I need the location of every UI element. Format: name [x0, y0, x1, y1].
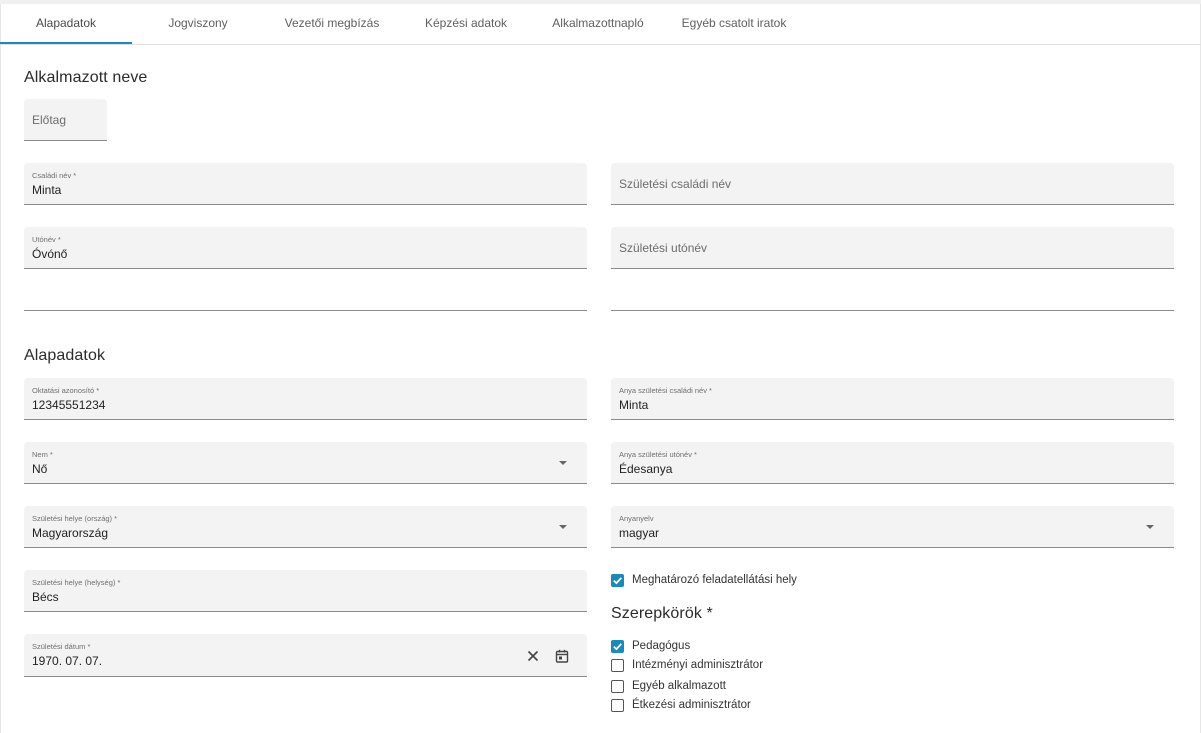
tab-kepzesi-adatok[interactable]: Képzési adatok — [400, 4, 532, 44]
birth-country-value: Magyarország — [32, 526, 109, 540]
role-label: Egyéb alkalmazott — [632, 680, 726, 692]
main-workplace-label: Meghatározó feladatellátási hely — [632, 574, 797, 586]
given-name-label: Utónév * — [32, 235, 61, 244]
mother-given-name-label: Anya születési utónév * — [619, 450, 697, 459]
main-workplace-checkbox[interactable] — [611, 573, 624, 587]
tab-alapadatok[interactable]: Alapadatok — [0, 4, 132, 44]
birth-family-name-field[interactable]: Születési családi név — [611, 163, 1174, 205]
mother-given-name-field[interactable]: Anya születési utónév * Édesanya — [611, 442, 1174, 484]
gender-label: Nem * — [32, 450, 53, 459]
birth-country-select[interactable]: Születési helye (ország) * Magyarország — [24, 506, 587, 548]
role-label: Intézményi adminisztrátor — [632, 659, 764, 671]
mother-tongue-label: Anyanyelv — [619, 514, 654, 523]
birth-country-label: Születési helye (ország) * — [32, 514, 118, 523]
given-name-value: Óvónő — [32, 247, 68, 261]
calendar-icon[interactable] — [554, 648, 570, 664]
tab-vezetoi-megbizas[interactable]: Vezetői megbízás — [264, 4, 400, 44]
role-label: Étkezési adminisztrátor — [632, 699, 751, 711]
check-icon — [613, 576, 622, 584]
tab-bar: Alapadatok Jogviszony Vezetői megbízás K… — [0, 4, 1201, 45]
family-name-value: Minta — [32, 183, 62, 197]
birth-city-label: Születési helye (helység) * — [32, 578, 121, 587]
mother-tongue-value: magyar — [619, 526, 660, 540]
role-label: Pedagógus — [632, 640, 691, 652]
birth-date-label: Születési dátum * — [32, 642, 91, 651]
prefix-placeholder: Előtag — [32, 113, 67, 127]
education-id-field[interactable]: Oktatási azonosító * 12345551234 — [24, 378, 587, 420]
prefix-field[interactable]: Előtag — [24, 99, 107, 141]
section-title-basic: Alapadatok — [24, 347, 106, 364]
role-checkbox-pedagogus[interactable] — [611, 639, 624, 653]
extra-name-field-left[interactable] — [24, 269, 587, 311]
mother-family-name-value: Minta — [619, 398, 649, 412]
caret-down-icon[interactable] — [559, 461, 567, 465]
role-checkbox-row[interactable]: Pedagógus — [611, 638, 690, 654]
mother-family-name-label: Anya születési családi név * — [619, 386, 712, 395]
section-title-roles: Szerepkörök * — [611, 605, 713, 622]
mother-tongue-select[interactable]: Anyanyelv magyar — [611, 506, 1174, 548]
mother-family-name-field[interactable]: Anya születési családi név * Minta — [611, 378, 1174, 420]
tab-egyeb-csatolt-iratok[interactable]: Egyéb csatolt iratok — [664, 4, 804, 44]
tab-alkalmazottnaplo[interactable]: Alkalmazottnapló — [532, 4, 664, 44]
close-icon[interactable] — [525, 648, 541, 664]
birth-given-name-field[interactable]: Születési utónév — [611, 227, 1174, 269]
role-checkbox-intezmenyi-adminisztrator[interactable] — [611, 658, 624, 672]
given-name-field[interactable]: Utónév * Óvónő — [24, 227, 587, 269]
birth-family-name-placeholder: Születési családi név — [619, 177, 732, 191]
role-checkbox-row[interactable]: Egyéb alkalmazott — [611, 678, 726, 694]
gender-select[interactable]: Nem * Nő — [24, 442, 587, 484]
role-checkbox-row[interactable]: Étkezési adminisztrátor — [611, 697, 751, 713]
birth-city-value: Bécs — [32, 590, 59, 604]
caret-down-icon[interactable] — [1146, 525, 1154, 529]
extra-name-field-right[interactable] — [611, 269, 1174, 311]
education-id-value: 12345551234 — [32, 398, 106, 412]
birth-given-name-placeholder: Születési utónév — [619, 241, 708, 255]
check-icon — [613, 642, 622, 650]
main-workplace-checkbox-row[interactable]: Meghatározó feladatellátási hely — [611, 572, 797, 588]
birth-date-value: 1970. 07. 07. — [32, 654, 103, 668]
family-name-field[interactable]: Családi név * Minta — [24, 163, 587, 205]
tab-jogviszony[interactable]: Jogviszony — [132, 4, 264, 44]
mother-given-name-value: Édesanya — [619, 462, 673, 476]
caret-down-icon[interactable] — [559, 525, 567, 529]
page-frame — [0, 0, 1201, 733]
birth-date-field[interactable]: Születési dátum * 1970. 07. 07. — [24, 634, 587, 677]
role-checkbox-etkezesi-adminisztrator[interactable] — [611, 698, 624, 712]
role-checkbox-egyeb-alkalmazott[interactable] — [611, 679, 624, 693]
family-name-label: Családi név * — [32, 171, 77, 180]
section-title-name: Alkalmazott neve — [24, 69, 148, 86]
education-id-label: Oktatási azonosító * — [32, 386, 100, 395]
gender-value: Nő — [32, 462, 48, 476]
birth-city-field[interactable]: Születési helye (helység) * Bécs — [24, 570, 587, 612]
role-checkbox-row[interactable]: Intézményi adminisztrátor — [611, 657, 763, 673]
